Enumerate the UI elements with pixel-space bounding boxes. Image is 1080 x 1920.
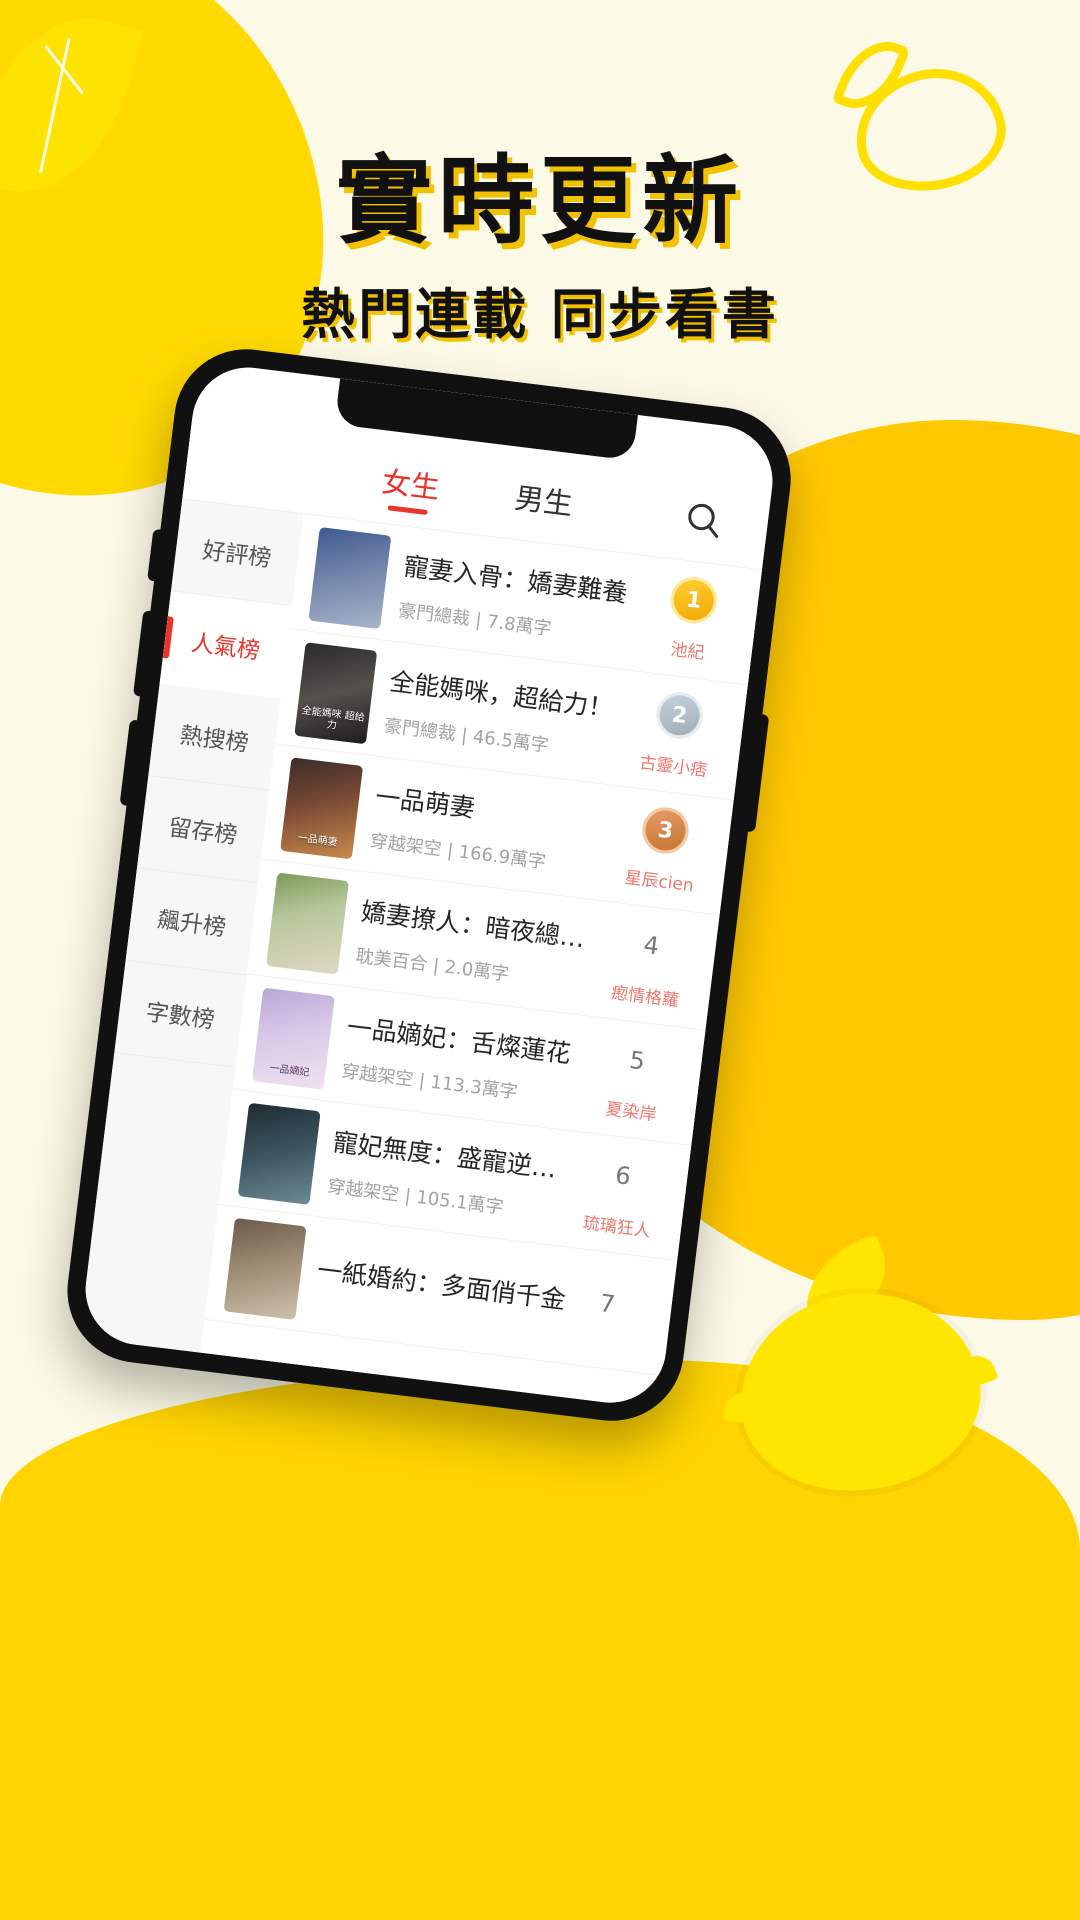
phone-power-button[interactable]	[746, 714, 770, 833]
book-author: 星辰cien	[623, 867, 695, 897]
book-cover-text	[225, 1303, 296, 1312]
book-rank-block: 2 古靈小痞	[630, 687, 724, 782]
book-author: 琉璃狂人	[581, 1213, 652, 1242]
phone-screen: 女生 男生 好評榜 人氣榜 熱搜榜 留存榜 飆升榜 字數榜 寵妻入骨：嬌妻難養 …	[79, 361, 779, 1409]
book-cover	[223, 1217, 307, 1320]
rank-badge-bronze: 3	[639, 804, 692, 857]
hero-text-block: 實時更新 熱門連載 同步看書	[0, 145, 1080, 349]
sidebar-item-haopingbang[interactable]: 好評榜	[170, 499, 304, 607]
tab-bar: 女生 男生	[379, 458, 576, 532]
book-cover	[308, 526, 392, 629]
rank-badge-gold: 1	[668, 574, 720, 626]
sidebar-item-zishubang[interactable]: 字數榜	[114, 960, 247, 1068]
book-info: 嬌妻撩人：暗夜總裁强… 耽美百合 | 2.0萬字	[339, 890, 612, 998]
book-cover: 一品嫡妃	[251, 987, 335, 1090]
book-info: 寵妻入骨：嬌妻難養 豪門總裁 | 7.8萬字	[381, 544, 654, 652]
rank-number: 7	[598, 1288, 617, 1319]
book-cover: 全能媽咪 超給力	[294, 641, 378, 744]
book-info: 一品嫡妃：舌燦蓮花 穿越架空 | 113.3萬字	[325, 1005, 598, 1113]
sidebar-item-liucunbang[interactable]: 留存榜	[136, 776, 270, 884]
page-title: 實時更新	[336, 145, 744, 257]
book-info: 一品萌妻 穿越架空 | 166.9萬字	[353, 775, 626, 883]
sidebar-item-biaoshengbang[interactable]: 飆升榜	[125, 868, 259, 976]
book-rank-block: 4 瘛情格蘿	[602, 918, 696, 1013]
book-cover	[266, 871, 350, 975]
sidebar-item-resoubang[interactable]: 熱搜榜	[148, 683, 281, 791]
book-rank-block: 3 星辰cien	[616, 803, 710, 898]
book-info: 全能媽咪，超給力！ 豪門總裁 | 46.5萬字	[367, 659, 640, 767]
book-cover-text	[267, 957, 338, 966]
book-rank-block: 6 琉璃狂人	[574, 1148, 668, 1243]
book-author: 夏染岸	[604, 1099, 658, 1126]
book-cover	[237, 1102, 321, 1205]
rank-number: 5	[627, 1045, 647, 1076]
book-cover-text	[309, 612, 380, 621]
app-body: 好評榜 人氣榜 熱搜榜 留存榜 飆升榜 字數榜 寵妻入骨：嬌妻難養 豪門總裁 |…	[79, 498, 763, 1409]
rank-number: 6	[613, 1161, 633, 1191]
book-rank-block: 7	[561, 1275, 652, 1345]
book-title: 一紙婚約：多面俏千金	[315, 1254, 568, 1315]
book-info: 寵妃無度：盛寵逆天小… 穿越架空 | 105.1萬字	[310, 1120, 583, 1228]
rank-number: 4	[642, 930, 661, 961]
app-container: 女生 男生 好評榜 人氣榜 熱搜榜 留存榜 飆升榜 字數榜 寵妻入骨：嬌妻難養 …	[79, 361, 779, 1409]
sidebar-item-renqibang[interactable]: 人氣榜	[159, 591, 293, 699]
book-info: 一紙婚約：多面俏千金	[298, 1248, 568, 1330]
book-cover-text: 全能媽咪 超給力	[301, 704, 366, 732]
book-author: 瘛情格蘿	[610, 983, 680, 1012]
tab-female[interactable]: 女生	[379, 458, 443, 516]
phone-mockup: 女生 男生 好評榜 人氣榜 熱搜榜 留存榜 飆升榜 字數榜 寵妻入骨：嬌妻難養 …	[59, 341, 879, 1430]
book-cover-text	[239, 1188, 310, 1197]
tab-male[interactable]: 男生	[512, 474, 576, 532]
phone-body: 女生 男生 好評榜 人氣榜 熱搜榜 留存榜 飆升榜 字數榜 寵妻入骨：嬌妻難養 …	[59, 341, 799, 1430]
page-subtitle: 熱門連載 同步看書	[301, 282, 779, 346]
book-cover: 一品萌妻	[280, 756, 364, 859]
rank-badge-silver: 2	[654, 689, 706, 741]
book-author: 池紀	[669, 639, 706, 664]
book-rank-block: 1 池紀	[645, 572, 739, 667]
book-rank-block: 5 夏染岸	[588, 1033, 682, 1128]
book-cover-text: 一品萌妻	[297, 832, 339, 849]
book-cover-text: 一品嫡妃	[268, 1063, 310, 1079]
search-icon[interactable]	[681, 498, 726, 543]
book-author: 古靈小痞	[638, 752, 709, 782]
